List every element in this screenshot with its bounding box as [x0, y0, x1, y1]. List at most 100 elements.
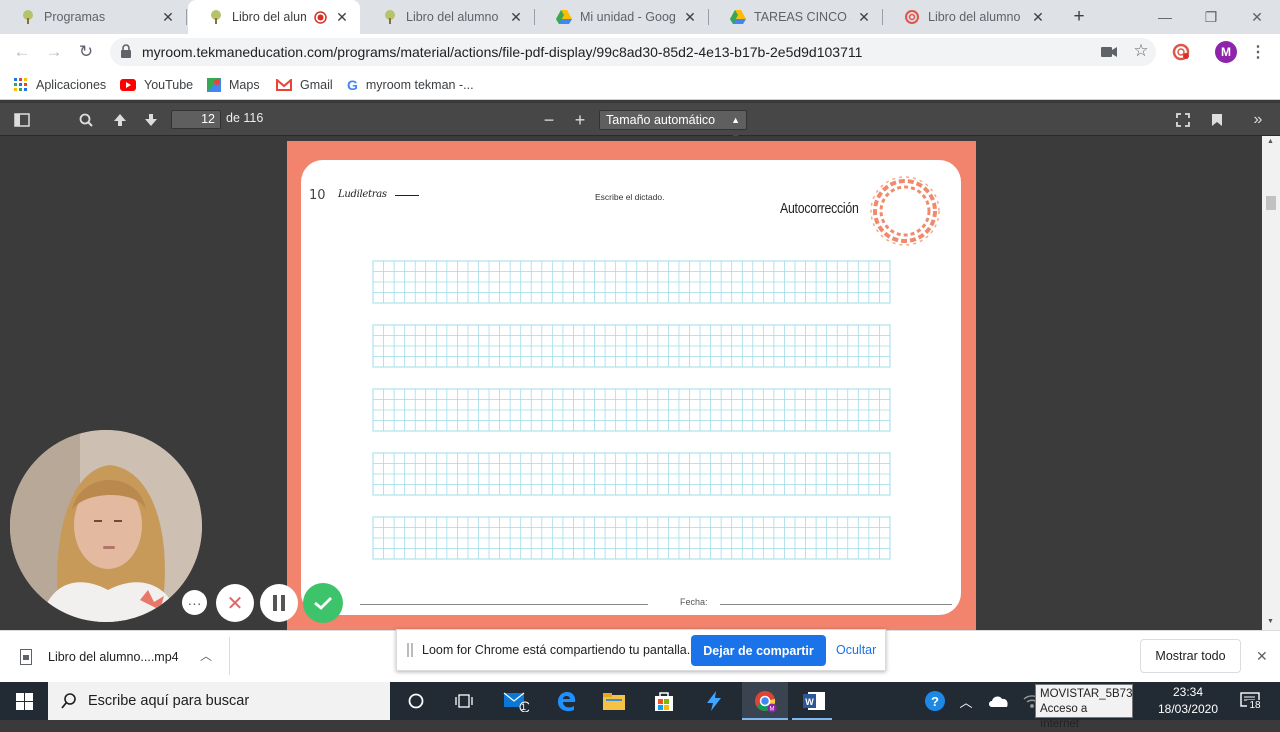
cortana-icon[interactable] [403, 689, 429, 713]
tab-title: TAREAS CINCO AÑO [754, 10, 850, 24]
viewer-scrollbar[interactable]: ▲ ▼ [1262, 136, 1280, 630]
reload-icon[interactable]: ↻ [74, 40, 98, 64]
hide-button[interactable]: Ocultar [836, 643, 876, 657]
webcam-bubble[interactable] [10, 430, 202, 622]
profile-avatar[interactable]: M [1215, 41, 1237, 63]
file-explorer-icon[interactable] [601, 689, 627, 713]
search-icon [61, 693, 76, 709]
previous-page-icon[interactable] [110, 110, 130, 130]
help-icon[interactable]: ? [922, 689, 948, 713]
finish-recording-button[interactable] [303, 583, 343, 623]
next-page-icon[interactable] [141, 110, 161, 130]
chevron-up-icon[interactable]: ︿ [200, 647, 212, 664]
pause-recording-button[interactable] [260, 584, 298, 622]
tab-loom[interactable]: Libro del alumno EM ✕ [884, 0, 1056, 34]
gmail-icon [276, 79, 292, 91]
tab-programas[interactable]: Programas ✕ [0, 0, 186, 34]
back-icon[interactable]: ← [10, 40, 34, 64]
scroll-thumb[interactable] [1266, 196, 1276, 210]
cancel-recording-button[interactable]: ✕ [216, 584, 254, 622]
onedrive-icon[interactable] [986, 689, 1012, 713]
zoom-value: Tamaño automático [606, 113, 716, 127]
drag-handle-icon[interactable] [407, 643, 413, 657]
zoom-select[interactable]: Tamaño automático ▲▼ [599, 110, 747, 143]
tab-tareas[interactable]: TAREAS CINCO AÑO ✕ [710, 0, 882, 34]
address-bar[interactable]: myroom.tekmaneducation.com/programs/mate… [110, 38, 1156, 66]
grid-row [372, 388, 891, 432]
autocorrection-label: Autocorrección [780, 200, 859, 217]
zoom-out-icon[interactable]: − [539, 110, 559, 130]
close-tab-icon[interactable]: ✕ [160, 9, 176, 26]
bookmark-aplicaciones[interactable]: Aplicaciones [14, 76, 106, 94]
bookmark-icon[interactable] [1207, 110, 1227, 130]
close-download-bar-icon[interactable]: ✕ [1256, 648, 1268, 665]
download-file-name[interactable]: Libro del alumno....mp4 [48, 650, 179, 664]
bookmark-myroom[interactable]: G myroom tekman -... [347, 76, 474, 94]
fullscreen-icon[interactable] [1173, 110, 1193, 130]
close-tab-icon[interactable]: ✕ [856, 9, 872, 26]
forward-icon[interactable]: → [42, 40, 66, 64]
tools-chevron-icon[interactable]: » [1248, 110, 1268, 130]
pdf-toolbar: 12 de 116 − + Tamaño automático ▲▼ » [0, 103, 1280, 143]
camera-icon[interactable] [1099, 42, 1119, 62]
edge-icon[interactable] [553, 689, 579, 713]
word-icon[interactable]: W [801, 689, 827, 713]
tekman-tree-icon [382, 9, 398, 25]
search-icon[interactable] [76, 110, 96, 130]
loom-icon [904, 9, 920, 25]
page-total: de 116 [226, 111, 264, 125]
close-tab-icon[interactable]: ✕ [682, 9, 698, 26]
page-number-input[interactable]: 12 [171, 110, 221, 129]
clock-time: 23:34 [1172, 685, 1204, 699]
scroll-up-icon[interactable]: ▲ [1267, 138, 1274, 145]
scroll-down-icon[interactable]: ▼ [1267, 618, 1274, 625]
bookmark-star-icon[interactable]: ☆ [1131, 41, 1151, 61]
new-tab-button[interactable]: + [1068, 6, 1090, 28]
close-tab-icon[interactable]: ✕ [334, 9, 350, 26]
autocorrection-circle-icon [870, 176, 940, 246]
close-tab-icon[interactable]: ✕ [508, 9, 524, 26]
tab-libro-active[interactable]: Libro del alumno ✕ [188, 0, 360, 34]
download-divider [229, 637, 230, 675]
worksheet-page-number: 10 [309, 188, 326, 203]
network-status: Acceso a Internet [1040, 703, 1088, 730]
clock-date: 18/03/2020 [1157, 702, 1219, 716]
bolt-app-icon[interactable] [701, 689, 727, 713]
tab-libro-em[interactable]: Libro del alumno EM ✕ [362, 0, 534, 34]
bookmark-maps[interactable]: Maps [207, 76, 260, 94]
taskbar-search[interactable]: Escribe aquí para buscar [48, 682, 390, 720]
tray-overflow-icon[interactable]: ︿ [953, 689, 979, 713]
tab-title: Mi unidad - Google [580, 10, 676, 24]
task-view-icon[interactable] [451, 689, 477, 713]
date-label: Fecha: [680, 597, 708, 607]
loom-extension-icon[interactable] [1171, 42, 1191, 62]
google-icon: G [347, 77, 358, 93]
menu-kebab-icon[interactable]: ⋮ [1248, 42, 1268, 62]
browser-toolbar: ← → ↻ myroom.tekmaneducation.com/program… [0, 34, 1280, 70]
sidebar-toggle-icon[interactable] [12, 110, 32, 130]
close-window-button[interactable]: ✕ [1234, 0, 1280, 34]
bookmark-gmail[interactable]: Gmail [276, 76, 333, 94]
minimize-button[interactable]: ― [1142, 0, 1188, 34]
show-all-button[interactable]: Mostrar todo [1140, 639, 1241, 673]
network-tooltip: MOVISTAR_5B73 Acceso a Internet [1035, 684, 1133, 730]
svg-text:M: M [770, 707, 775, 713]
bookmark-youtube[interactable]: YouTube [120, 76, 193, 94]
restore-button[interactable]: ❐ [1188, 0, 1234, 34]
clock[interactable]: 23:34 18/03/2020 [1150, 684, 1226, 718]
presenter-video [10, 430, 202, 622]
tab-strip: Programas ✕ Libro del alumno ✕ Libro del… [0, 0, 1280, 34]
bookmark-label: Maps [229, 78, 260, 92]
writing-grid [372, 260, 891, 560]
more-options-button[interactable]: ··· [182, 590, 207, 615]
google-drive-icon [556, 9, 572, 25]
zoom-in-icon[interactable]: + [570, 110, 590, 130]
bookmark-label: Gmail [300, 78, 333, 92]
close-tab-icon[interactable]: ✕ [1030, 9, 1046, 26]
store-icon[interactable] [651, 689, 677, 713]
url-text: myroom.tekmaneducation.com/programs/mate… [142, 44, 863, 60]
tab-mi-unidad[interactable]: Mi unidad - Google ✕ [536, 0, 708, 34]
bookmark-label: myroom tekman -... [365, 78, 474, 92]
stop-sharing-button[interactable]: Dejar de compartir [691, 635, 826, 666]
windows-start-icon[interactable] [11, 689, 37, 713]
